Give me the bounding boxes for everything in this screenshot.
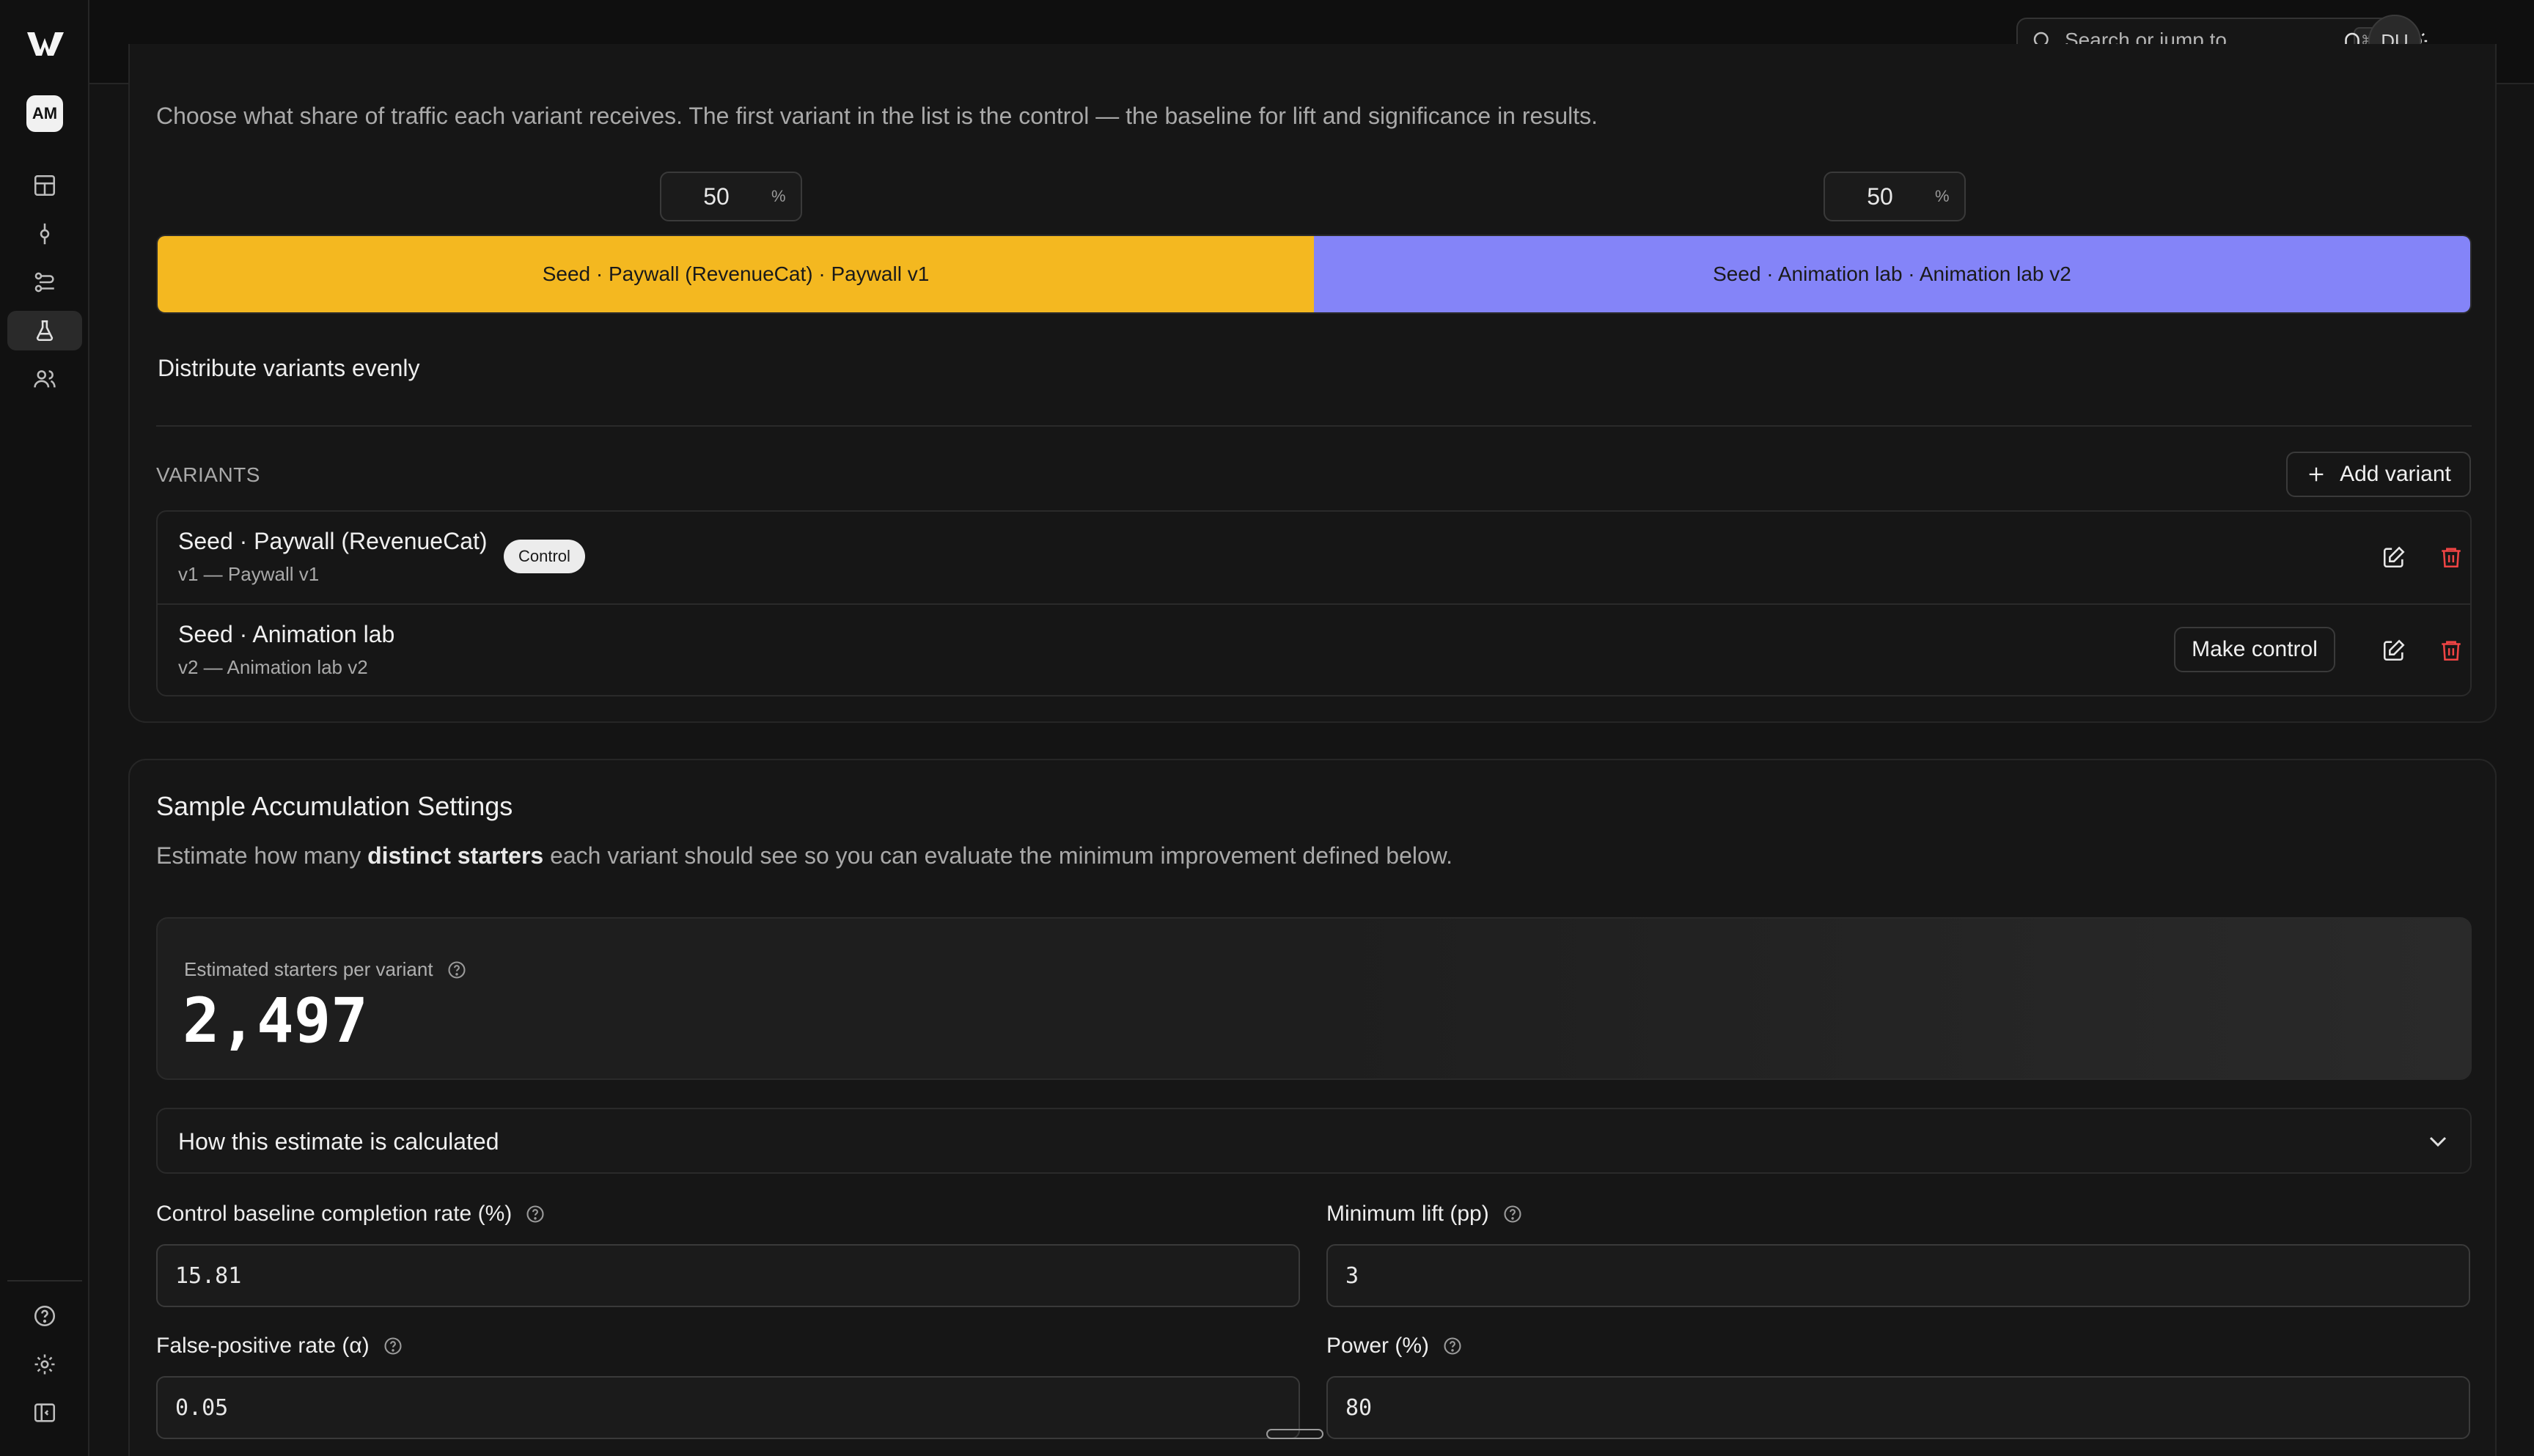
sidebar-item-flows[interactable] [7,262,82,302]
help-circle-icon[interactable] [447,960,467,980]
baseline-rate-input[interactable]: 15.81 [156,1244,1300,1307]
flask-icon [36,320,54,342]
traffic-description: Choose what share of traffic each varian… [156,103,1598,129]
description-suffix: each variant should see so you can evalu… [543,842,1453,869]
description-prefix: Estimate how many [156,842,368,869]
section-divider [156,425,2472,427]
variant-2-percent-input[interactable]: 50 % [1824,172,1966,221]
sample-description: Estimate how many distinct starters each… [156,842,1453,869]
sidebar-toggle-icon [34,1403,56,1422]
field-label-text: False-positive rate (α) [156,1334,370,1358]
make-control-button[interactable]: Make control [2174,627,2335,672]
brand-logo-icon[interactable] [26,29,65,57]
trash-icon [2442,548,2461,568]
edit-variant-button[interactable] [2376,540,2412,575]
users-icon [34,370,56,388]
org-avatar[interactable]: AM [26,95,63,132]
chevron-down-icon [2429,1136,2447,1147]
description-emphasis: distinct starters [367,842,544,869]
flow-icon [34,272,54,293]
variant-subtitle: v2 — Animation lab v2 [178,656,368,678]
variant-title: Seed · Paywall (RevenueCat) [178,528,488,554]
delete-variant-button[interactable] [2434,633,2469,668]
delete-variant-button[interactable] [2434,540,2469,575]
help-circle-icon[interactable] [525,1204,546,1224]
sidebar-item-settings[interactable] [7,1345,82,1384]
variant-1-percent-value: 50 [703,183,730,210]
field-label-text: Control baseline completion rate (%) [156,1202,513,1226]
sidebar-item-users[interactable] [7,359,82,399]
help-circle-icon [34,1305,56,1327]
accordion-title: How this estimate is calculated [178,1128,499,1155]
variant-2-percent-value: 50 [1867,183,1893,210]
variant-title: Seed · Animation lab [178,621,395,647]
estimate-explanation-accordion[interactable]: How this estimate is calculated [156,1108,2472,1174]
control-badge: Control [504,540,585,573]
variant-row: Seed · Paywall (RevenueCat) v1 — Paywall… [158,512,2470,603]
variant-row: Seed · Animation lab v2 — Animation lab … [158,603,2470,695]
percent-sign: % [1935,187,1950,205]
variants-section-label: VARIANTS [156,463,260,486]
distribute-evenly-button[interactable]: Distribute variants evenly [158,355,419,382]
percent-sign: % [771,187,786,205]
false-positive-rate-label: False-positive rate (α) [156,1334,403,1358]
variants-list: Seed · Paywall (RevenueCat) v1 — Paywall… [156,510,2472,696]
split-segment-variant-1[interactable]: Seed · Paywall (RevenueCat) · Paywall v1 [158,236,1314,312]
field-label-text: Minimum lift (pp) [1326,1202,1489,1226]
help-circle-icon[interactable] [1502,1204,1523,1224]
power-input[interactable]: 80 [1326,1376,2470,1439]
split-segment-variant-2[interactable]: Seed · Animation lab · Animation lab v2 [1314,236,2470,312]
sidebar-divider [7,1280,82,1282]
minimum-lift-input[interactable]: 3 [1326,1244,2470,1307]
traffic-split-bar[interactable]: Seed · Paywall (RevenueCat) · Paywall v1… [156,235,2472,314]
sidebar-item-dashboard[interactable] [7,166,82,205]
field-label-text: Power (%) [1326,1334,1430,1358]
sample-settings-card: Sample Accumulation Settings Estimate ho… [128,759,2497,1456]
estimate-value: 2,497 [183,985,368,1056]
trash-icon [2442,641,2461,661]
sidebar-item-help[interactable] [7,1296,82,1336]
layout-icon [34,174,56,196]
make-control-label: Make control [2192,637,2318,661]
traffic-split-card: Choose what share of traffic each varian… [128,44,2497,723]
minimum-lift-label: Minimum lift (pp) [1326,1202,1523,1227]
estimate-panel: Estimated starters per variant 2,497 [156,917,2472,1080]
estimate-label-text: Estimated starters per variant [184,958,433,980]
variant-1-percent-input[interactable]: 50 % [660,172,802,221]
sidebar-item-experiments[interactable] [7,311,82,350]
commit-icon [40,223,50,245]
edit-icon [2383,639,2405,661]
plus-icon [2309,467,2324,482]
estimate-label: Estimated starters per variant [184,958,467,981]
false-positive-rate-input[interactable]: 0.05 [156,1376,1323,1439]
sidebar-item-commits[interactable] [7,214,82,254]
add-variant-button[interactable]: Add variant [2286,452,2471,497]
sidebar-item-collapse[interactable] [7,1393,82,1433]
edit-variant-button[interactable] [2376,633,2412,668]
help-circle-icon[interactable] [1442,1336,1463,1356]
sidebar: AM [0,0,89,1456]
field-value: 0.05 [175,1394,229,1421]
gear-icon [34,1354,55,1375]
add-variant-label: Add variant [2340,462,2451,486]
baseline-rate-label: Control baseline completion rate (%) [156,1202,546,1227]
edit-icon [2383,546,2405,568]
help-circle-icon[interactable] [383,1336,403,1356]
card-title: Sample Accumulation Settings [156,791,513,821]
variant-subtitle: v1 — Paywall v1 [178,563,320,585]
resize-handle[interactable] [1266,1429,1323,1439]
power-label: Power (%) [1326,1334,1463,1358]
